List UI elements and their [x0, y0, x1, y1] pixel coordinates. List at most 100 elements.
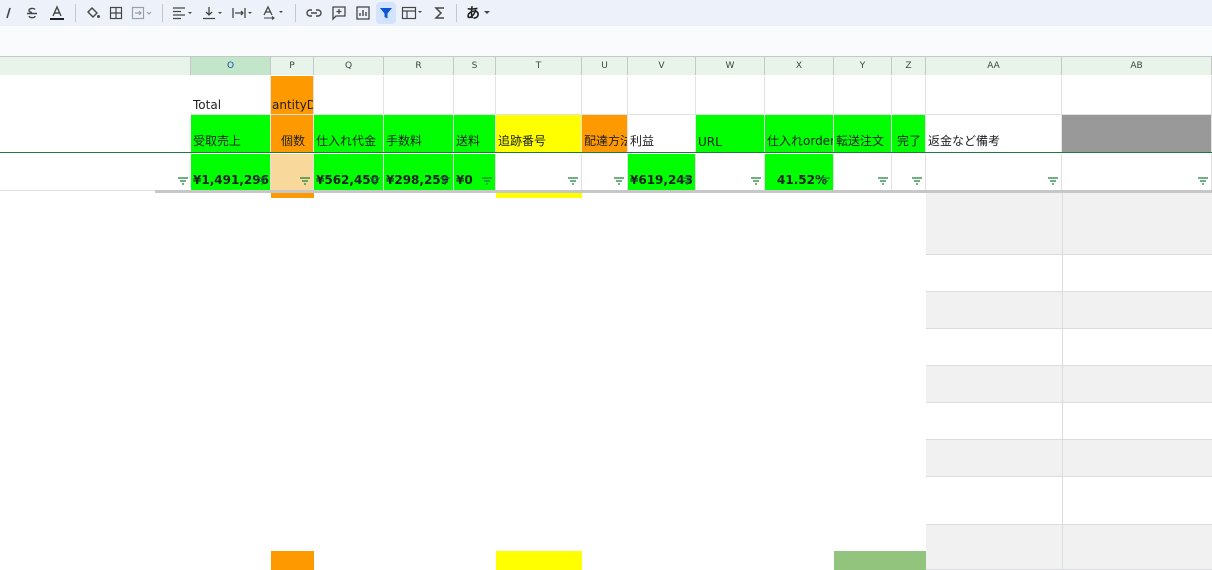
filter-button[interactable]: [376, 2, 396, 24]
cell-W1[interactable]: [696, 76, 765, 115]
strikethrough-icon: [27, 7, 37, 19]
cell-Y2[interactable]: 転送注文: [834, 115, 892, 153]
insert-comment-button[interactable]: [328, 2, 350, 24]
data-row[interactable]: [926, 525, 1212, 570]
fill-color-button[interactable]: [82, 2, 104, 24]
cell-U3[interactable]: [582, 154, 628, 191]
cell-Z1[interactable]: [892, 76, 926, 115]
data-row[interactable]: [926, 366, 1212, 403]
filter-icon[interactable]: [300, 177, 310, 185]
cell-O1[interactable]: Total: [191, 76, 271, 115]
filter-icon[interactable]: [682, 177, 692, 185]
cell-S3[interactable]: ¥0: [454, 154, 496, 191]
cell-U2[interactable]: 配達方法: [582, 115, 628, 153]
data-row[interactable]: [926, 292, 1212, 329]
data-row[interactable]: [926, 440, 1212, 477]
cell-V2[interactable]: 利益: [628, 115, 696, 153]
cell-X1[interactable]: [765, 76, 834, 115]
cell-X3[interactable]: 41.52%: [765, 154, 834, 191]
column-header-AB[interactable]: AB: [1062, 57, 1212, 75]
filter-icon[interactable]: [568, 177, 578, 185]
insert-link-button[interactable]: [302, 2, 326, 24]
cell-AB2[interactable]: [1062, 115, 1212, 153]
column-header-X[interactable]: X: [765, 57, 834, 75]
vertical-align-button[interactable]: [199, 2, 227, 24]
cell-P3[interactable]: [271, 154, 314, 191]
column-header-Y[interactable]: Y: [834, 57, 892, 75]
column-header-Q[interactable]: Q: [314, 57, 384, 75]
functions-button[interactable]: [430, 2, 450, 24]
cell-R1[interactable]: [384, 76, 454, 115]
cell-P1[interactable]: antityDe: [271, 76, 314, 115]
filter-icon[interactable]: [440, 177, 450, 185]
cell-Q3[interactable]: ¥562,450: [314, 154, 384, 191]
filter-icon[interactable]: [257, 177, 267, 185]
merge-cells-button[interactable]: [128, 2, 156, 24]
cell-Y1[interactable]: [834, 76, 892, 115]
cell-T3[interactable]: [496, 154, 582, 191]
filter-views-button[interactable]: [398, 2, 428, 24]
text-color-button[interactable]: [45, 2, 69, 24]
cell-W3[interactable]: [696, 154, 765, 191]
cell-AB1[interactable]: [1062, 76, 1212, 115]
input-tools-button[interactable]: あ: [463, 2, 495, 24]
column-header-U[interactable]: U: [582, 57, 628, 75]
data-row[interactable]: [926, 477, 1212, 525]
data-row[interactable]: [926, 329, 1212, 366]
cell-AA2[interactable]: 返金など備考: [926, 115, 1062, 153]
filter-icon[interactable]: [614, 177, 624, 185]
italic-button[interactable]: [1, 2, 19, 24]
cell-T2[interactable]: 追跡番号: [496, 115, 582, 153]
text-rotation-button[interactable]: [259, 2, 289, 24]
cell-Z2[interactable]: 完了: [892, 115, 926, 153]
cell-Q1[interactable]: [314, 76, 384, 115]
cell-O3[interactable]: ¥1,491,296: [191, 154, 271, 191]
column-header-P[interactable]: P: [271, 57, 314, 75]
column-header-V[interactable]: V: [628, 57, 696, 75]
insert-chart-button[interactable]: [352, 2, 374, 24]
cell-V1[interactable]: [628, 76, 696, 115]
cell-U1[interactable]: [582, 76, 628, 115]
cell-V3[interactable]: ¥619,243: [628, 154, 696, 191]
filter-icon[interactable]: [912, 177, 922, 185]
cell-P2[interactable]: 個数: [271, 115, 314, 153]
filter-icon[interactable]: [370, 177, 380, 185]
filter-icon[interactable]: [1198, 177, 1208, 185]
filter-icon[interactable]: [178, 177, 188, 185]
data-row[interactable]: [926, 403, 1212, 440]
cell-AB3[interactable]: [1062, 154, 1212, 191]
cell-R2[interactable]: 手数料: [384, 115, 454, 153]
column-header-O[interactable]: O: [191, 57, 271, 75]
link-icon: [306, 9, 322, 17]
cell-S2[interactable]: 送料: [454, 115, 496, 153]
horizontal-align-button[interactable]: [169, 2, 197, 24]
freeze-divider[interactable]: [0, 152, 1212, 153]
cell-O2[interactable]: 受取売上: [191, 115, 271, 153]
filter-icon[interactable]: [1048, 177, 1058, 185]
column-header-T[interactable]: T: [496, 57, 582, 75]
column-header-R[interactable]: R: [384, 57, 454, 75]
cell-Q2[interactable]: 仕入れ代金: [314, 115, 384, 153]
data-row[interactable]: [926, 193, 1212, 255]
cell-R3[interactable]: ¥298,259: [384, 154, 454, 191]
cell-Z3[interactable]: [892, 154, 926, 191]
cell-Y3[interactable]: [834, 154, 892, 191]
column-header-Z[interactable]: Z: [892, 57, 926, 75]
cell-X2[interactable]: 仕入れorder: [765, 115, 834, 153]
cell-T1[interactable]: [496, 76, 582, 115]
strikethrough-button[interactable]: [21, 2, 43, 24]
filter-icon[interactable]: [482, 177, 492, 185]
column-header-W[interactable]: W: [696, 57, 765, 75]
cell-W2[interactable]: URL: [696, 115, 765, 153]
filter-icon[interactable]: [820, 177, 830, 185]
text-wrap-button[interactable]: [229, 2, 257, 24]
filter-icon[interactable]: [751, 177, 761, 185]
column-header-AA[interactable]: AA: [926, 57, 1062, 75]
filter-icon[interactable]: [878, 177, 888, 185]
column-header-S[interactable]: S: [454, 57, 496, 75]
cell-AA3[interactable]: [926, 154, 1062, 191]
data-row[interactable]: [926, 255, 1212, 292]
cell-S1[interactable]: [454, 76, 496, 115]
cell-AA1[interactable]: [926, 76, 1062, 115]
borders-button[interactable]: [106, 2, 126, 24]
